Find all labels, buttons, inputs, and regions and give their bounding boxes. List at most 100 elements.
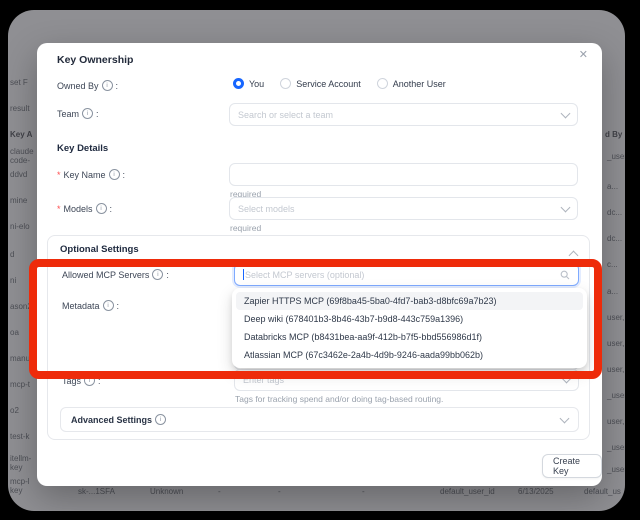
advanced-settings-toggle[interactable]: Advanced Settings i	[60, 407, 579, 432]
table-cell-fragment: sk-...1SFA	[78, 487, 115, 496]
mcp-server-option[interactable]: Zapier HTTPS MCP (69f8ba45-5ba0-4fd7-bab…	[236, 292, 583, 310]
table-cell-fragment: 6/13/2025	[518, 487, 554, 496]
team-label: Teami:	[57, 108, 99, 119]
table-fragment: user,	[607, 313, 624, 322]
allowed-mcp-servers-label: Allowed MCP Serversi:	[62, 269, 169, 280]
table-fragment: _user,	[607, 443, 625, 452]
table-fragment: user,	[607, 339, 624, 348]
info-icon: i	[109, 169, 120, 180]
radio-label: Service Account	[296, 79, 361, 89]
table-cell-fragment: -	[218, 487, 221, 496]
models-select-placeholder: Select models	[238, 204, 562, 214]
table-fragment: test-k	[10, 432, 30, 441]
table-fragment: claude	[10, 147, 34, 156]
key-name-input[interactable]	[229, 163, 578, 186]
table-fragment: _user,	[607, 391, 625, 400]
table-fragment: dc...	[607, 208, 622, 217]
chevron-down-icon	[561, 108, 571, 118]
table-fragment: a...	[607, 182, 618, 191]
table-fragment: c...	[607, 260, 618, 269]
table-fragment: Key A	[10, 130, 32, 139]
table-fragment: key	[10, 463, 22, 472]
table-cell-fragment: Unknown	[150, 487, 183, 496]
text-cursor	[243, 269, 244, 280]
table-fragment: d	[10, 250, 14, 259]
owned-by-label: Owned Byi:	[57, 80, 118, 91]
radio-label: Another User	[393, 79, 446, 89]
info-icon: i	[102, 80, 113, 91]
mcp-servers-placeholder: Select MCP servers (optional)	[245, 270, 560, 280]
table-fragment: mcp-t	[10, 380, 30, 389]
table-fragment: code-	[10, 156, 30, 165]
table-fragment: ni-elo	[10, 222, 30, 231]
table-fragment: ason2	[10, 302, 32, 311]
table-fragment: manu	[10, 354, 30, 363]
close-icon[interactable]: ✕	[579, 50, 588, 61]
table-fragment: set F	[10, 78, 28, 87]
table-cell-fragment: default_user_id	[440, 487, 495, 496]
optional-settings-heading: Optional Settings	[60, 244, 139, 255]
key-name-label: * Key Namei:	[57, 169, 125, 180]
table-fragment: a...	[607, 287, 618, 296]
radio-icon[interactable]	[280, 78, 291, 89]
tags-help-text: Tags for tracking spend and/or doing tag…	[235, 394, 443, 404]
required-asterisk: *	[57, 204, 61, 214]
table-fragment: user,	[607, 365, 624, 374]
team-select[interactable]: Search or select a team	[229, 103, 578, 126]
chevron-down-icon	[561, 202, 571, 212]
owned-by-radio-group: You Service Account Another User	[233, 78, 446, 89]
models-label: * Modelsi:	[57, 203, 112, 214]
owned-by-radio-option[interactable]: You	[233, 78, 264, 89]
table-cell-fragment: -	[362, 487, 365, 496]
owned-by-radio-option[interactable]: Another User	[377, 78, 446, 89]
info-icon: i	[84, 375, 95, 386]
create-key-button[interactable]: Create Key	[542, 454, 602, 478]
info-icon: i	[155, 414, 166, 425]
table-fragment: ni	[10, 276, 16, 285]
table-fragment: d By	[605, 130, 622, 139]
models-required-hint: required	[230, 223, 261, 233]
metadata-label: Metadatai:	[62, 300, 119, 311]
key-details-heading: Key Details	[57, 143, 108, 154]
table-fragment: o2	[10, 406, 19, 415]
table-fragment: itellm-	[10, 454, 31, 463]
tags-input[interactable]: Enter tags	[234, 369, 579, 391]
table-fragment: result	[10, 104, 30, 113]
owned-by-radio-option[interactable]: Service Account	[280, 78, 361, 89]
table-fragment: user,	[607, 417, 624, 426]
mcp-server-option[interactable]: Databricks MCP (b8431bea-aa9f-412b-b7f5-…	[236, 328, 583, 346]
chevron-down-icon	[562, 374, 572, 384]
key-ownership-modal: Key Ownership ✕ Owned Byi: You Service A…	[37, 43, 602, 486]
info-icon: i	[152, 269, 163, 280]
info-icon: i	[103, 300, 114, 311]
table-fragment: mine	[10, 196, 27, 205]
table-fragment: key	[10, 486, 22, 495]
mcp-server-option[interactable]: Atlassian MCP (67c3462e-2a4b-4d9b-9246-a…	[236, 346, 583, 364]
team-select-placeholder: Search or select a team	[238, 110, 562, 120]
table-fragment: oa	[10, 328, 19, 337]
tags-label: Tagsi:	[62, 375, 101, 386]
table-cell-fragment: default_us	[584, 487, 621, 496]
search-icon	[560, 270, 570, 280]
modal-title: Key Ownership	[57, 54, 133, 66]
models-select[interactable]: Select models	[229, 197, 578, 220]
radio-label: You	[249, 79, 264, 89]
info-icon: i	[96, 203, 107, 214]
table-fragment: dc...	[607, 234, 622, 243]
radio-icon[interactable]	[233, 78, 244, 89]
mcp-servers-dropdown: Zapier HTTPS MCP (69f8ba45-5ba0-4fd7-bab…	[232, 288, 587, 368]
table-fragment: _user,	[607, 465, 625, 474]
table-fragment: _user,	[607, 152, 625, 161]
table-fragment: ddvd	[10, 170, 27, 179]
table-fragment: mcp-l	[10, 477, 30, 486]
mcp-server-option[interactable]: Deep wiki (678401b3-8b46-43b7-b9d8-443c7…	[236, 310, 583, 328]
radio-icon[interactable]	[377, 78, 388, 89]
required-asterisk: *	[57, 170, 61, 180]
tags-placeholder: Enter tags	[243, 375, 563, 385]
table-cell-fragment: -	[278, 487, 281, 496]
chevron-down-icon	[560, 413, 570, 423]
info-icon: i	[82, 108, 93, 119]
mcp-servers-search-input[interactable]: Select MCP servers (optional)	[234, 263, 579, 286]
advanced-settings-label: Advanced Settings	[71, 415, 152, 425]
chevron-up-icon[interactable]	[569, 251, 579, 261]
